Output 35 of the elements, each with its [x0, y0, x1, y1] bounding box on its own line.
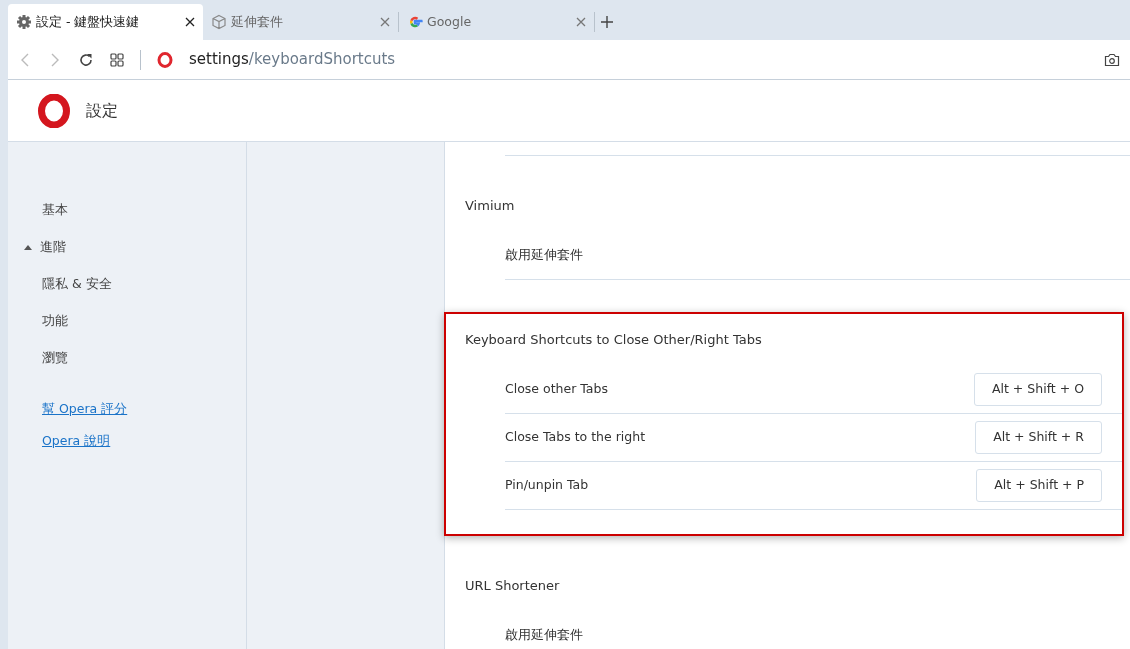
help-link[interactable]: Opera 說明 [8, 432, 111, 451]
setting-label: Close other Tabs [505, 380, 608, 399]
setting-label: Close Tabs to the right [505, 428, 646, 447]
sidebar-item[interactable]: 瀏覽 [42, 349, 68, 368]
url-path[interactable]: /keyboardShortcuts [248, 48, 396, 71]
sidebar-item[interactable]: 進階 [40, 238, 66, 257]
browser-tab[interactable]: 設定 - 鍵盤快速鍵 [8, 4, 203, 40]
grid-icon[interactable] [110, 52, 124, 67]
browser-tab[interactable]: 延伸套件 [203, 4, 398, 40]
gear-icon [16, 14, 32, 30]
sidebar-item[interactable]: 基本 [42, 201, 68, 220]
shortcut-button[interactable]: Alt + Shift + P [976, 469, 1102, 502]
new-tab-icon[interactable] [601, 16, 613, 28]
opera-logo-icon [38, 93, 70, 128]
browser-tab[interactable]: Google [399, 4, 594, 40]
shortcut-button[interactable]: Alt + Shift + O [973, 373, 1102, 406]
section-title: Keyboard Shortcuts to Close Other/Right Tabs [465, 331, 762, 350]
caret-up-icon[interactable] [24, 245, 32, 250]
section-title: Vimium [465, 197, 515, 216]
sidebar-item[interactable]: 隱私 & 安全 [42, 275, 112, 294]
page-title: 設定 [86, 99, 118, 122]
sidebar-item[interactable]: 功能 [42, 312, 68, 331]
close-icon[interactable] [185, 17, 195, 27]
help-link[interactable]: 幫 Opera 評分 [8, 400, 128, 419]
url-host[interactable]: settings [189, 48, 249, 71]
setting-label: 啟用延伸套件 [505, 626, 583, 645]
setting-label: Pin/unpin Tab [505, 476, 589, 495]
section-title: URL Shortener [465, 577, 560, 596]
shortcut-button[interactable]: Alt + Shift + R [975, 421, 1102, 454]
opera-logo-icon [157, 51, 173, 68]
google-logo-icon [407, 14, 423, 30]
cube-icon [211, 14, 227, 30]
setting-label: 啟用延伸套件 [505, 246, 583, 265]
camera-icon[interactable] [1104, 52, 1120, 67]
reload-icon[interactable] [78, 51, 94, 68]
